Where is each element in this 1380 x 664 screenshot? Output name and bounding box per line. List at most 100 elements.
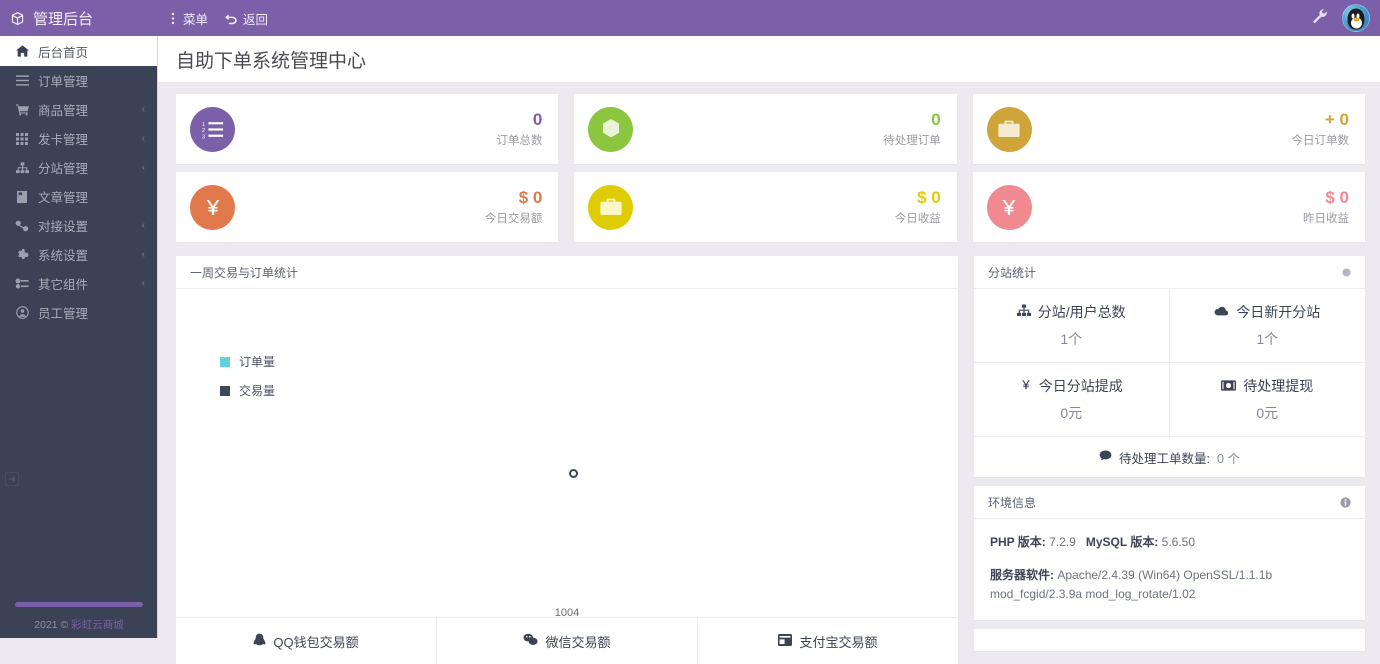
sidebar-collapse-button[interactable]: ◀ — [5, 472, 19, 486]
wrench-icon[interactable] — [1312, 8, 1328, 29]
substation-panel-header: 分站统计 — [974, 256, 1365, 289]
mysql-version-key: MySQL 版本: — [1085, 535, 1159, 549]
yen-icon — [190, 184, 235, 230]
stats-column-2: 0 待处理订单 $ 0 今日收益 — [566, 94, 964, 250]
brand[interactable]: 管理后台 — [0, 0, 158, 36]
substation-footer-label: 待处理工单数量: — [1119, 451, 1211, 466]
chart-x-tick-label: 1004 — [554, 607, 580, 619]
stat-label: 待处理订单 — [883, 135, 941, 147]
menu-toggle-button[interactable]: 菜单 — [168, 9, 208, 28]
substation-panel-title: 分站统计 — [988, 265, 1037, 280]
chart-panel-header: 一周交易与订单统计 — [176, 256, 958, 289]
menu-toggle-label: 菜单 — [183, 12, 209, 27]
sidebar-item-substations[interactable]: 分站管理 ‹ — [0, 153, 157, 182]
sidebar-item-staff[interactable]: 员工管理 — [0, 298, 157, 327]
substation-grid: 分站/用户总数 1个 今日新开分站 1个 今日分站提成 0元 待处理提现 0元 — [974, 289, 1365, 437]
environment-row-server: 服务器软件: Apache/2.4.39 (Win64) OpenSSL/1.1… — [990, 566, 1349, 604]
sidebar-item-products[interactable]: 商品管理 ‹ — [0, 95, 157, 124]
tab-label: 微信交易额 — [545, 634, 611, 650]
tab-alipay[interactable]: 支付宝交易额 — [698, 618, 958, 664]
panel-spacer — [974, 477, 1365, 486]
sidebar-item-label: 订单管理 — [38, 75, 89, 89]
sidebar-item-label: 文章管理 — [38, 191, 89, 205]
substation-panel: 分站统计 分站/用户总数 1个 今日新开分站 1个 今日分站提成 0元 待处理提… — [974, 256, 1365, 477]
substation-footer-value: 0 个 — [1217, 451, 1240, 466]
stat-value: + 0 — [1324, 110, 1349, 129]
stat-text: $ 0 今日交易额 — [485, 188, 543, 226]
substation-cell-label: 待处理提现 — [1243, 378, 1314, 394]
chart-canvas[interactable]: 订单量 交易量 1004 — [176, 289, 958, 619]
stat-label: 今日交易额 — [484, 213, 543, 225]
chart-legend: 订单量 交易量 — [220, 353, 275, 411]
environment-panel-header: 环境信息 — [974, 486, 1365, 519]
stat-card-pending-orders[interactable]: 0 待处理订单 — [574, 94, 957, 164]
stat-text: 0 待处理订单 — [883, 110, 941, 148]
sidebar: 后台首页 订单管理 商品管理 ‹ 发卡管理 ‹ 分站管理 ‹ 文章管理 对接设置… — [0, 36, 158, 638]
substation-cell-value: 0元 — [1256, 405, 1279, 421]
stat-card-today-income[interactable]: $ 0 今日收益 — [574, 172, 957, 242]
yen-icon — [986, 184, 1032, 230]
svg-text:2: 2 — [202, 128, 205, 134]
server-software-key: 服务器软件: — [990, 568, 1054, 582]
sidebar-item-system[interactable]: 系统设置 ‹ — [0, 240, 157, 269]
legend-item-transactions[interactable]: 交易量 — [220, 382, 275, 399]
stat-card-yesterday-income[interactable]: $ 0 昨日收益 — [972, 172, 1365, 242]
tab-label: QQ钱包交易额 — [273, 634, 359, 650]
tab-wechat[interactable]: 微信交易额 — [437, 618, 698, 664]
sidebar-item-label: 商品管理 — [38, 104, 89, 118]
stat-value: 0 — [931, 110, 941, 129]
stat-text: $ 0 昨日收益 — [1303, 188, 1349, 226]
php-version-value: 7.2.9 — [1049, 535, 1076, 549]
back-button[interactable]: 返回 — [224, 9, 268, 28]
chevron-left-icon: ‹ — [141, 277, 145, 289]
user-circle-icon — [14, 306, 30, 319]
chart-panel: 一周交易与订单统计 订单量 交易量 1004 QQ钱包交易额 微信交易额 支付宝… — [176, 256, 958, 664]
legend-item-orders[interactable]: 订单量 — [220, 353, 275, 370]
mysql-version-value: 5.6.50 — [1161, 535, 1196, 549]
avatar[interactable] — [1342, 4, 1370, 32]
yen-icon — [1020, 378, 1032, 394]
stat-text: 0 订单总数 — [496, 110, 542, 148]
copyright-link[interactable]: 彩虹云商城 — [71, 619, 124, 631]
sidebar-footer: 2021 © 彩虹云商城 — [0, 602, 158, 638]
gear-icon — [14, 248, 30, 261]
svg-text:1: 1 — [202, 121, 205, 127]
undo-arrow-icon — [224, 12, 238, 25]
circle-dot-icon[interactable] — [1342, 267, 1351, 277]
stat-card-total-orders[interactable]: 1 2 3 0 订单总数 — [176, 94, 559, 164]
svg-text:3: 3 — [202, 134, 205, 138]
sidebar-item-label: 其它组件 — [38, 278, 89, 292]
sidebar-item-cards[interactable]: 发卡管理 ‹ — [0, 124, 157, 153]
sidebar-item-components[interactable]: 其它组件 ‹ — [0, 269, 157, 298]
stats-row: 1 2 3 0 订单总数 $ 0 今日交易额 0 待处理订单 $ 0 今日收益 … — [168, 94, 1373, 250]
stats-column-1: 1 2 3 0 订单总数 $ 0 今日交易额 — [168, 94, 566, 250]
substation-cell-head: 待处理提现 — [1221, 376, 1313, 396]
chevron-left-icon: ‹ — [141, 161, 145, 173]
sidebar-item-articles[interactable]: 文章管理 — [0, 182, 157, 211]
stats-column-3: + 0 今日订单数 $ 0 昨日收益 — [965, 94, 1373, 250]
panel-spacer-2 — [974, 620, 1365, 629]
sidebar-item-orders[interactable]: 订单管理 — [0, 66, 157, 95]
copyright: 2021 © 彩虹云商城 — [0, 617, 158, 632]
top-bar: 管理后台 菜单 返回 — [0, 0, 1380, 36]
legend-label: 交易量 — [239, 384, 276, 398]
stat-text: $ 0 今日收益 — [895, 188, 941, 226]
legend-label: 订单量 — [239, 355, 276, 369]
stat-card-today-orders[interactable]: + 0 今日订单数 — [972, 94, 1365, 164]
sidebar-item-integration[interactable]: 对接设置 ‹ — [0, 211, 157, 240]
page: 自助下单系统管理中心 1 2 3 0 订单总数 $ 0 今日交易额 0 待处理订… — [158, 36, 1380, 664]
stat-text: + 0 今日订单数 — [1291, 110, 1349, 148]
sidebar-item-label: 系统设置 — [38, 249, 89, 263]
substation-cell-label: 今日分站提成 — [1038, 378, 1123, 394]
sidebar-item-home[interactable]: 后台首页 — [0, 36, 157, 66]
php-version-key: PHP 版本: — [990, 535, 1046, 549]
sitemap-icon — [14, 161, 30, 174]
stat-card-today-turnover[interactable]: $ 0 今日交易额 — [176, 172, 559, 242]
tab-qq-wallet[interactable]: QQ钱包交易额 — [176, 618, 437, 664]
list-icon — [14, 75, 30, 86]
stat-label: 昨日收益 — [1302, 213, 1349, 225]
chart-panel-title: 一周交易与订单统计 — [190, 265, 299, 280]
info-icon[interactable] — [1340, 496, 1351, 508]
substation-cell-head: 今日分站提成 — [1020, 376, 1123, 396]
legend-swatch — [220, 385, 230, 396]
